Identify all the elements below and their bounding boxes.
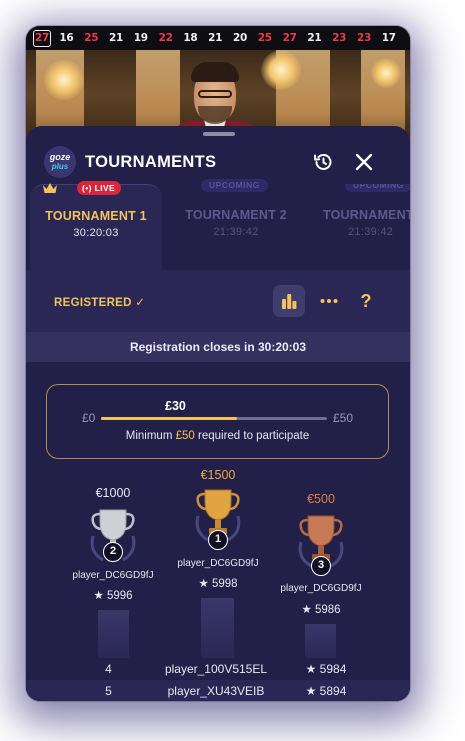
result-number: 23 xyxy=(356,32,371,44)
rank-badge: 1 xyxy=(208,530,228,550)
prize-rank-1: €1500 xyxy=(200,468,236,482)
tab-countdown: 21:39:42 xyxy=(213,226,259,238)
result-number: 21 xyxy=(208,32,223,44)
result-number: 27 xyxy=(33,29,51,47)
result-number: 21 xyxy=(307,32,322,44)
podium-player-name: player_DC6GD9fJ xyxy=(72,570,154,581)
tab-tournament-3[interactable]: UPCOMING TOURNAMENT 3 21:39:42 xyxy=(311,184,410,270)
result-number: 18 xyxy=(183,32,198,44)
upcoming-badge: UPCOMING xyxy=(201,179,268,192)
range-max: £50 xyxy=(333,411,354,425)
page-title: TOURNAMENTS xyxy=(85,153,217,171)
row-rank: 4 xyxy=(105,662,112,676)
row-score: ★ 5894 xyxy=(305,684,347,698)
podium-player-name: player_DC6GD9fJ xyxy=(280,583,362,594)
result-number: 20 xyxy=(232,32,247,44)
minimum-bet-card: £30 £0 £50 Minimum £50 required to parti… xyxy=(46,384,389,459)
logo-text: plus xyxy=(51,162,69,171)
tab-tournament-2[interactable]: UPCOMING TOURNAMENT 2 21:39:42 xyxy=(171,179,301,270)
history-button[interactable] xyxy=(311,150,335,174)
row-score: ★ 5984 xyxy=(305,662,347,676)
tab-countdown: 21:39:42 xyxy=(348,226,394,238)
podium-pillar xyxy=(305,624,336,658)
tab-tournament-1[interactable]: (•) LIVE TOURNAMENT 1 30:20:03 xyxy=(30,181,162,270)
podium-player-score: ★ 5996 xyxy=(93,590,133,602)
registration-status-bar: REGISTERED ✓ ? xyxy=(26,270,410,332)
podium-player-score: ★ 5998 xyxy=(198,578,238,590)
row-player: player_100V515EL xyxy=(164,662,268,676)
tournaments-panel: goze plus TOURNAMENTS (•) LIVE TOURNAMEN… xyxy=(26,126,410,701)
leaderboard-button[interactable] xyxy=(273,285,305,317)
registered-status: REGISTERED ✓ xyxy=(54,297,146,309)
row-player: player_XU43VEIB xyxy=(167,684,265,698)
progress-fill xyxy=(101,417,237,420)
result-number: 27 xyxy=(282,32,297,44)
podium-player-score: ★ 5986 xyxy=(301,604,341,616)
rank-badge: 3 xyxy=(311,556,331,576)
bar-chart-icon xyxy=(282,294,297,309)
registration-countdown: Registration closes in 30:20:03 xyxy=(26,332,410,362)
podium-pillar xyxy=(98,610,129,658)
row-rank: 5 xyxy=(105,684,112,698)
logo-text: goze xyxy=(49,152,71,162)
result-number: 22 xyxy=(158,32,173,44)
result-number: 23 xyxy=(332,32,347,44)
rank-badge: 2 xyxy=(103,542,123,562)
minimum-note: Minimum £50 required to participate xyxy=(125,430,310,442)
drag-handle[interactable] xyxy=(203,132,235,136)
more-options-button[interactable] xyxy=(313,285,345,317)
table-row: 5 player_XU43VEIB ★ 5894 xyxy=(26,680,410,701)
tab-label: TOURNAMENT 2 xyxy=(185,208,287,222)
prize-rank-2: €1000 xyxy=(95,486,131,500)
panel-header: goze plus TOURNAMENTS xyxy=(26,142,410,182)
tournament-tabs: (•) LIVE TOURNAMENT 1 30:20:03 UPCOMING … xyxy=(26,179,410,270)
live-badge: (•) LIVE xyxy=(77,181,122,195)
prize-rank-3: €500 xyxy=(307,492,335,506)
game-window: 27 16 25 21 19 22 18 21 20 25 27 21 23 2… xyxy=(26,26,410,701)
range-min: £0 xyxy=(82,411,96,425)
upcoming-badge: UPCOMING xyxy=(345,184,410,192)
tab-label: TOURNAMENT 1 xyxy=(45,209,147,223)
broadcast-icon: (•) xyxy=(82,183,95,193)
leaderboard-section: £30 £0 £50 Minimum £50 required to parti… xyxy=(26,362,410,701)
result-number: 21 xyxy=(108,32,123,44)
result-number: 19 xyxy=(133,32,148,44)
tab-countdown: 30:20:03 xyxy=(73,227,119,239)
more-icon xyxy=(320,299,338,303)
close-button[interactable] xyxy=(352,150,376,174)
results-history: 27 16 25 21 19 22 18 21 20 25 27 21 23 2… xyxy=(26,26,410,50)
minimum-amount: £50 xyxy=(175,430,195,442)
crown-icon xyxy=(43,183,57,193)
help-button[interactable]: ? xyxy=(350,285,382,317)
history-icon xyxy=(314,154,332,170)
close-icon xyxy=(355,153,373,171)
current-amount: £30 xyxy=(165,399,186,413)
tab-label: TOURNAMENT 3 xyxy=(323,208,410,222)
podium-pillar xyxy=(201,598,234,658)
result-number: 16 xyxy=(59,32,74,44)
result-number: 25 xyxy=(84,32,99,44)
table-row: 4 player_100V515EL ★ 5984 xyxy=(26,658,410,680)
podium-player-name: player_DC6GD9fJ xyxy=(177,558,259,569)
result-number: 17 xyxy=(381,32,396,44)
result-number: 25 xyxy=(257,32,272,44)
brand-logo: goze plus xyxy=(44,146,76,178)
progress-track xyxy=(101,417,327,420)
